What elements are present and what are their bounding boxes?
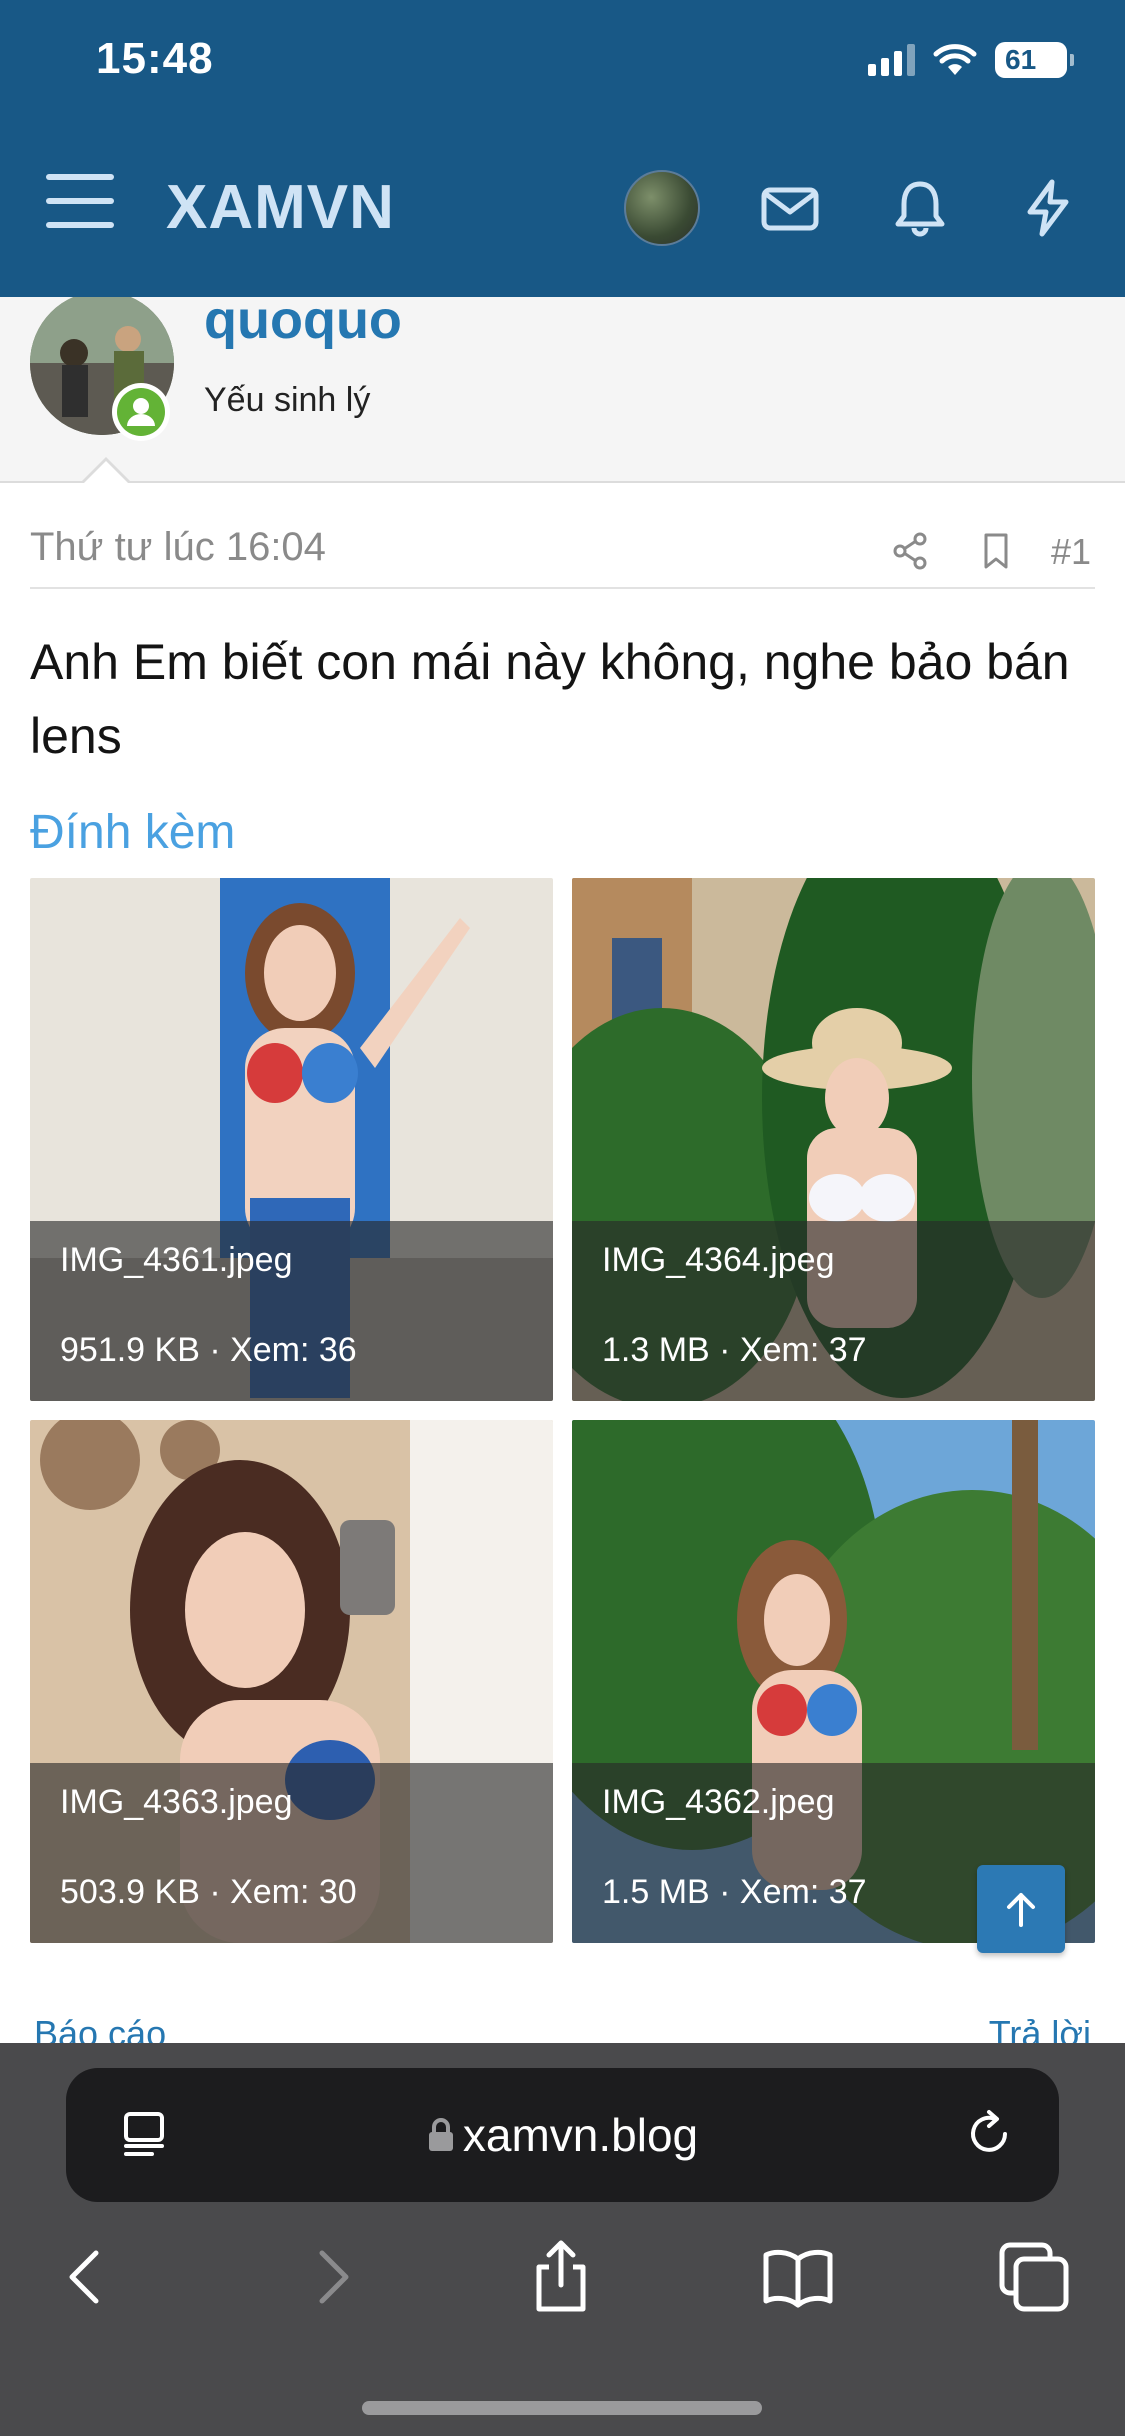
- attachment-filename: IMG_4362.jpeg: [602, 1783, 835, 1821]
- forward-icon[interactable]: [290, 2237, 370, 2317]
- site-logo[interactable]: XAMVN: [166, 172, 395, 243]
- attachment-filename: IMG_4361.jpeg: [60, 1241, 293, 1279]
- browser-toolbar: xamvn.blog: [0, 2043, 1125, 2436]
- scroll-to-top-button[interactable]: [977, 1865, 1065, 1953]
- attachment-thumbnail[interactable]: IMG_4361.jpeg 951.9 KB · Xem: 36: [30, 878, 553, 1401]
- attachment-meta: 503.9 KB · Xem: 30: [60, 1873, 357, 1911]
- mail-icon[interactable]: [758, 176, 822, 240]
- status-time: 15:48: [96, 34, 214, 83]
- member-block: quoquo Yếu sinh lý: [0, 290, 1125, 485]
- tabs-icon[interactable]: [994, 2237, 1074, 2317]
- reload-icon[interactable]: [959, 2104, 1019, 2164]
- cellular-signal-icon: [868, 44, 915, 76]
- member-title: Yếu sinh lý: [204, 381, 371, 419]
- attachment-filename: IMG_4364.jpeg: [602, 1241, 835, 1279]
- back-icon[interactable]: [48, 2237, 128, 2317]
- wifi-icon: [933, 44, 977, 75]
- bookmarks-icon[interactable]: [758, 2237, 838, 2317]
- share-icon[interactable]: [888, 529, 932, 573]
- home-indicator: [362, 2401, 762, 2415]
- url-text: xamvn.blog: [462, 2109, 699, 2161]
- arrow-up-icon: [1007, 1893, 1035, 1927]
- post-meta: Thứ tư lúc 16:04 #1: [30, 525, 1095, 589]
- attachment-thumbnail[interactable]: IMG_4364.jpeg 1.3 MB · Xem: 37: [572, 878, 1095, 1401]
- lightning-icon[interactable]: [1016, 176, 1080, 240]
- attachment-meta: 1.3 MB · Xem: 37: [602, 1331, 867, 1369]
- battery-icon: 61: [995, 42, 1074, 78]
- attachment-thumbnail[interactable]: IMG_4363.jpeg 503.9 KB · Xem: 30: [30, 1420, 553, 1943]
- battery-level: 61: [1005, 44, 1037, 75]
- status-icons: 61: [868, 38, 1074, 82]
- share-sheet-icon[interactable]: [521, 2237, 601, 2317]
- online-status-icon: [112, 383, 170, 441]
- address-bar[interactable]: xamvn.blog: [66, 2068, 1059, 2202]
- post-date[interactable]: Thứ tư lúc 16:04: [30, 525, 326, 570]
- attachment-meta: 951.9 KB · Xem: 36: [60, 1331, 357, 1369]
- lock-icon: [428, 2118, 453, 2151]
- account-avatar[interactable]: [624, 170, 700, 246]
- screen: 15:48 61 XAMVN quoquo Yếu sinh lý Thứ tư…: [0, 0, 1125, 2436]
- bell-icon[interactable]: [888, 176, 952, 240]
- app-header: 15:48 61 XAMVN: [0, 0, 1125, 297]
- bookmark-icon[interactable]: [974, 529, 1018, 573]
- post-number[interactable]: #1: [1051, 531, 1091, 573]
- attachment-filename: IMG_4363.jpeg: [60, 1783, 293, 1821]
- post-body: Anh Em biết con mái này không, nghe bảo …: [30, 634, 1070, 764]
- attachments-heading: Đính kèm: [30, 806, 236, 859]
- attachment-meta: 1.5 MB · Xem: 37: [602, 1873, 867, 1911]
- member-name[interactable]: quoquo: [204, 289, 402, 351]
- menu-button[interactable]: [46, 174, 114, 234]
- post: Thứ tư lúc 16:04 #1 Anh Em biết con mái …: [0, 485, 1125, 2045]
